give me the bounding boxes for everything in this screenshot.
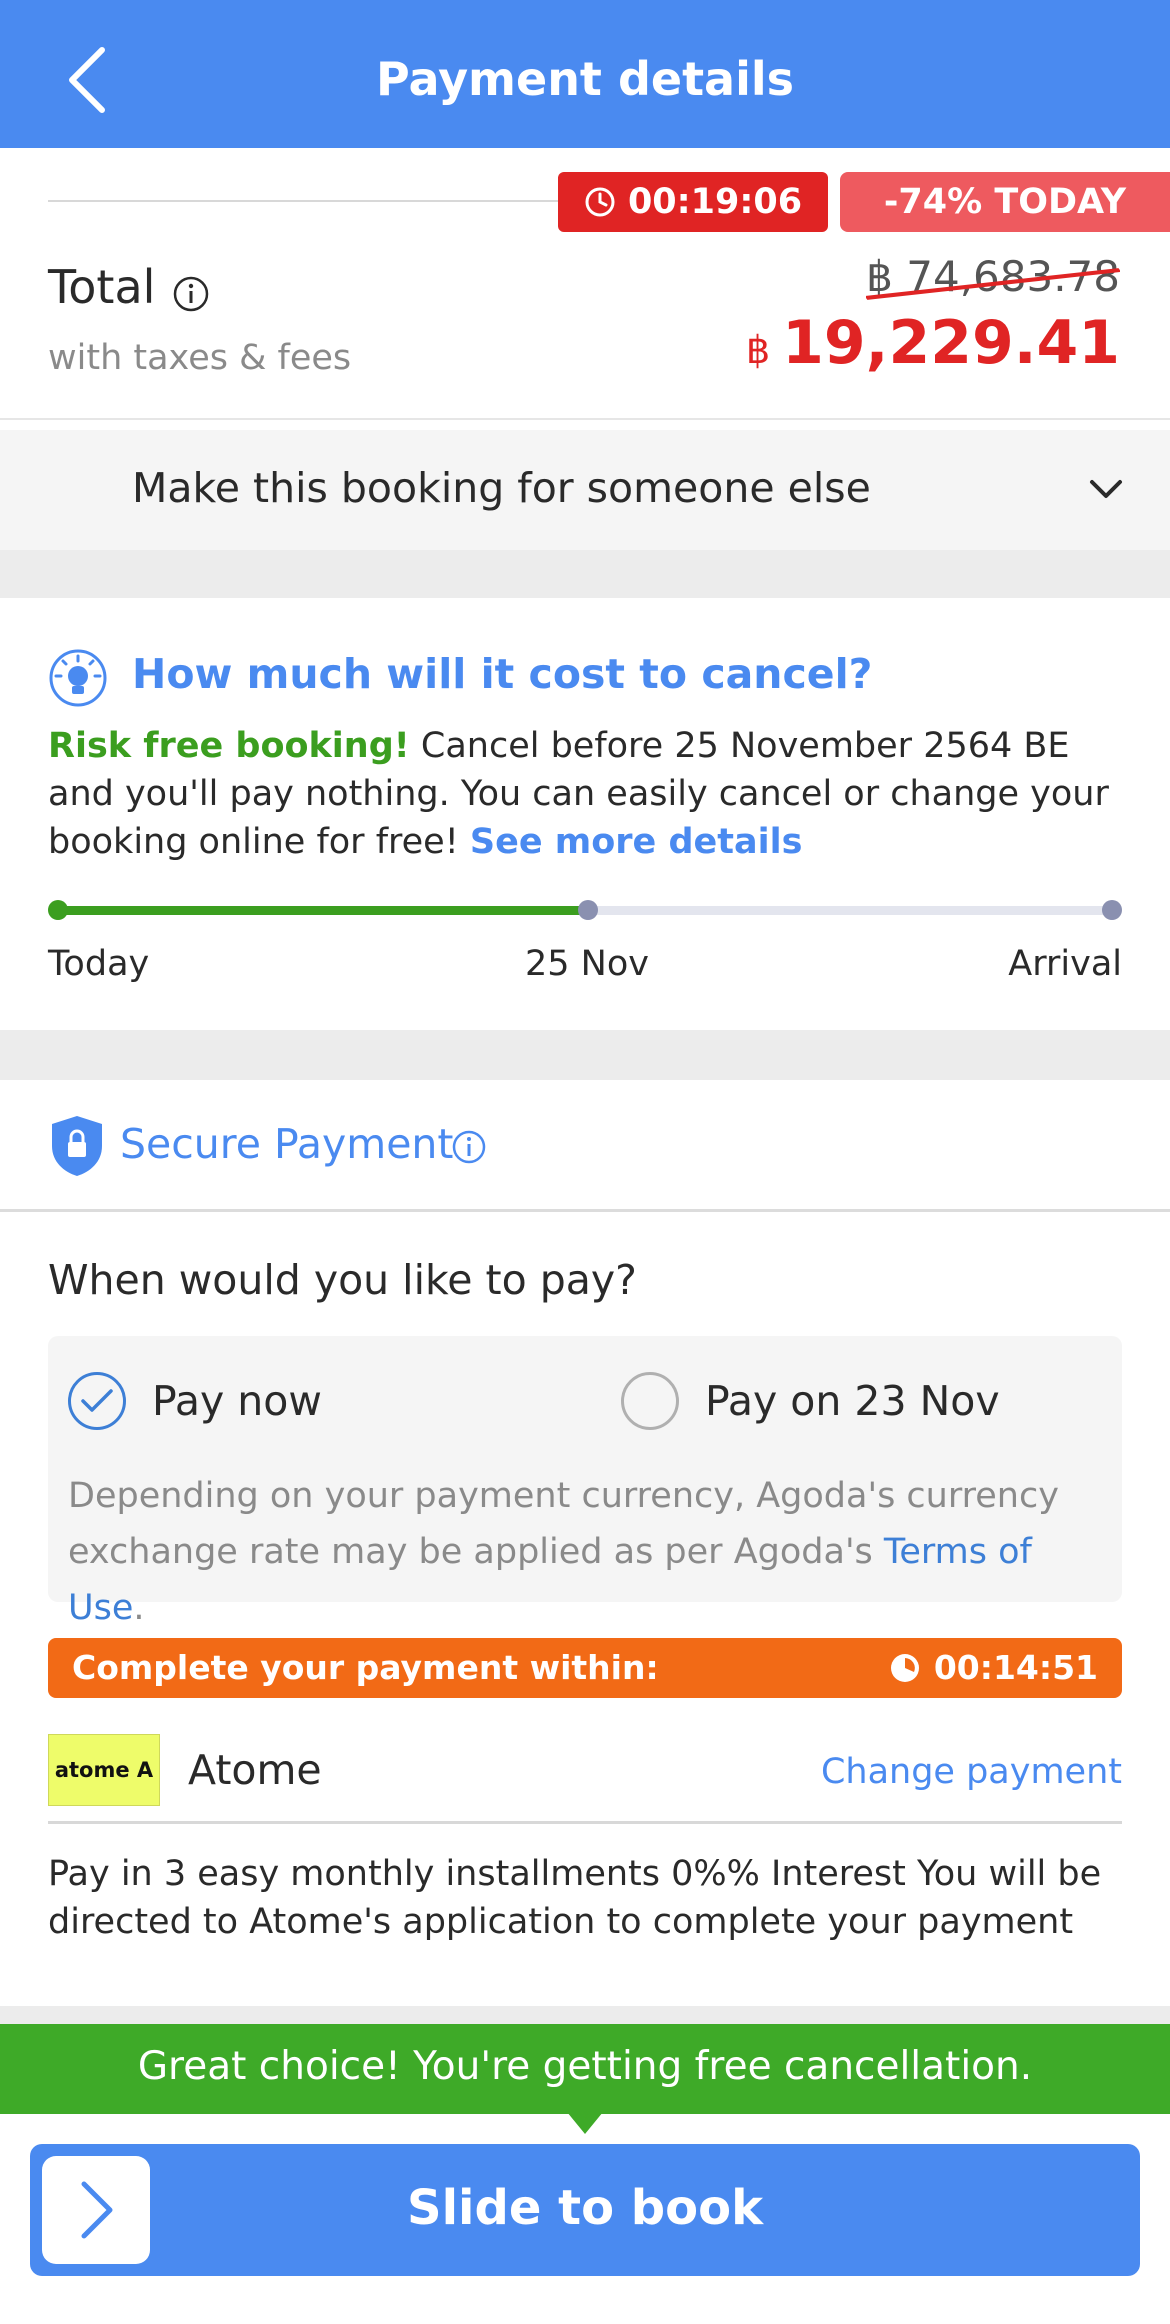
original-price: ฿ 74,683.78 <box>866 252 1120 301</box>
shield-lock-icon <box>50 1114 104 1182</box>
app-header: Payment details <box>0 0 1170 148</box>
strikethrough-line <box>866 268 1120 300</box>
timeline-dot-today <box>48 900 68 920</box>
price-summary: 00:19:06 -74% TODAY Total with taxes & f… <box>0 148 1170 420</box>
booking-for-label: Make this booking for someone else <box>132 464 871 512</box>
banner-pointer <box>567 2112 603 2134</box>
pay-later-label: Pay on 23 Nov <box>705 1377 1000 1425</box>
slide-to-book-button[interactable]: Slide to book <box>30 2144 1140 2276</box>
cancellation-description: Risk free booking! Cancel before 25 Nove… <box>48 722 1128 866</box>
installments-info: Pay in 3 easy monthly installments 0%% I… <box>48 1854 1102 1942</box>
timeline-label-start: Today <box>48 944 150 984</box>
payment-method-name: Atome <box>188 1746 322 1794</box>
free-cancellation-banner: Great choice! You're getting free cancel… <box>0 2024 1170 2134</box>
secure-payment-row: Secure Payment <box>0 1080 1170 1212</box>
cancellation-timeline <box>48 900 1122 920</box>
discounted-price: ฿ 19,229.41 <box>746 308 1120 378</box>
payment-method-row: atome A Atome Change payment <box>48 1734 1122 1824</box>
taxes-label: with taxes & fees <box>48 338 352 378</box>
slide-to-book-label: Slide to book <box>407 2180 763 2236</box>
timeline-progress <box>60 906 585 915</box>
timeline-dot-arrival <box>1102 900 1122 920</box>
section-separator <box>0 2006 1170 2024</box>
clock-icon <box>890 1653 919 1682</box>
pay-now-label: Pay now <box>152 1377 322 1425</box>
info-icon[interactable] <box>452 1130 486 1168</box>
chevron-down-icon[interactable] <box>1088 478 1124 502</box>
check-circle-icon[interactable] <box>68 1372 126 1430</box>
currency-note: Depending on your payment currency, Agod… <box>68 1468 1098 1636</box>
payment-countdown-bar: Complete your payment within: 00:14:51 <box>48 1638 1122 1698</box>
lightbulb-icon <box>48 648 108 712</box>
section-separator <box>0 550 1170 598</box>
radio-icon[interactable] <box>621 1372 679 1430</box>
timeline-label-end: Arrival <box>1008 944 1122 984</box>
free-cancellation-text: Great choice! You're getting free cancel… <box>137 2044 1033 2089</box>
divider <box>48 200 558 202</box>
pay-later-option[interactable]: Pay on 23 Nov <box>621 1372 1000 1430</box>
see-more-details-link[interactable]: See more details <box>470 822 803 862</box>
currency-note-end: . <box>133 1588 145 1628</box>
timeline-label-middle: 25 Nov <box>525 944 649 984</box>
countdown-label: Complete your payment within: <box>72 1648 659 1687</box>
discounted-price-value: 19,229.41 <box>782 308 1120 378</box>
clock-icon <box>585 187 615 217</box>
page-title: Payment details <box>375 52 795 106</box>
deal-timer-badge: 00:19:06 <box>558 172 828 232</box>
discount-badge: -74% TODAY <box>840 172 1170 232</box>
pay-timing-options: Pay now Pay on 23 Nov Depending on your … <box>48 1336 1122 1628</box>
cancellation-policy: How much will it cost to cancel? Risk fr… <box>0 598 1170 1030</box>
change-payment-link[interactable]: Change payment <box>821 1752 1122 1792</box>
cancellation-title: How much will it cost to cancel? <box>132 650 873 698</box>
countdown-timer: 00:14:51 <box>890 1648 1098 1687</box>
info-icon[interactable] <box>173 276 209 316</box>
section-separator <box>0 1030 1170 1080</box>
pay-timing-question: When would you like to pay? <box>48 1256 637 1304</box>
risk-free-label: Risk free booking! <box>48 726 410 766</box>
deal-timer-value: 00:19:06 <box>627 182 803 222</box>
timeline-dot-deadline <box>578 900 598 920</box>
secure-payment-label: Secure Payment <box>120 1120 454 1168</box>
currency-symbol: ฿ <box>745 328 771 372</box>
atome-logo: atome A <box>48 1734 160 1806</box>
total-label: Total <box>48 260 156 314</box>
booking-for-someone-else[interactable]: Make this booking for someone else <box>0 430 1170 550</box>
pay-now-option[interactable]: Pay now <box>68 1372 322 1430</box>
countdown-value: 00:14:51 <box>933 1648 1098 1687</box>
